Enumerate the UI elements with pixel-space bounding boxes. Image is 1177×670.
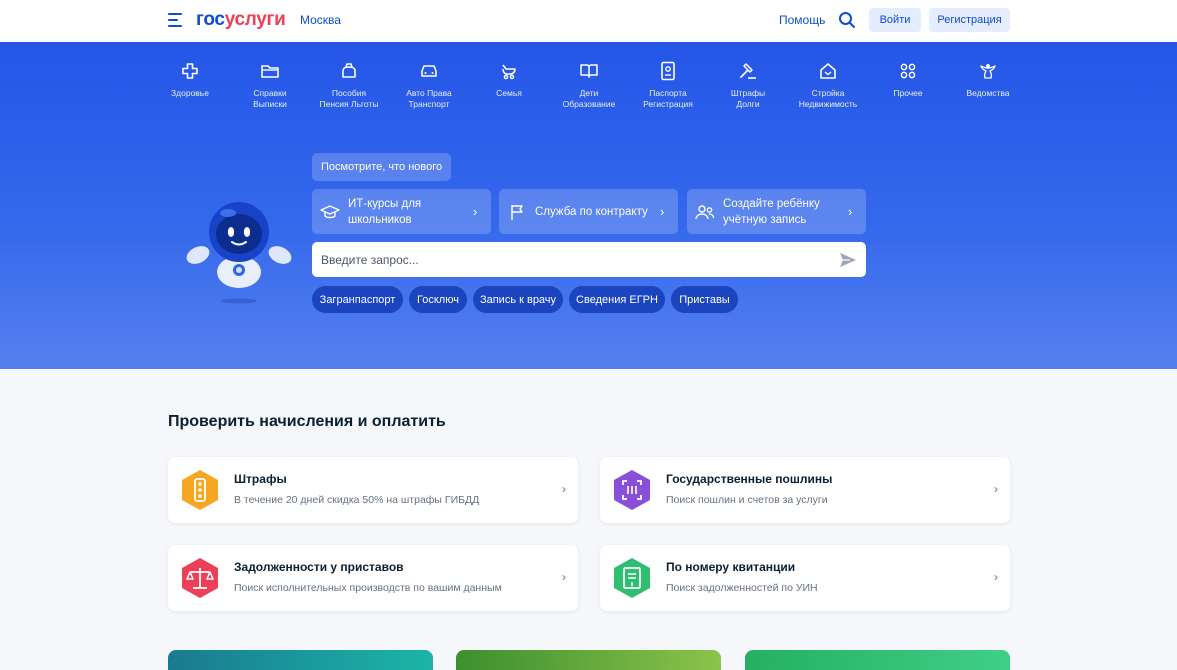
category-label: Авто Права [406,88,452,98]
chip-bailiffs[interactable]: Приставы [671,286,738,313]
passport-icon [661,61,675,81]
category-fines[interactable]: Штрафы Долги [708,60,788,110]
logo-part2: услуги [224,9,286,30]
help-link[interactable]: Помощь [779,13,825,27]
category-label: Ведомства [966,88,1010,98]
card-title: По номеру квитанции [666,560,796,574]
emblem-icon [980,64,996,79]
category-label: Семья [496,88,522,98]
top-header: госуслуги Москва Помощь Войти Регистраци… [0,0,1177,42]
category-certificates[interactable]: Справки Выписки [230,60,310,110]
bag-icon [342,63,356,78]
card-title: Штрафы [234,472,287,486]
promo-line2: учётную запись [723,213,807,226]
stroller-icon [502,64,516,80]
category-label: Прочее [893,88,923,98]
category-label: Стройка [811,88,845,98]
traffic-light-icon [182,470,218,510]
register-button[interactable]: Регистрация [929,8,1010,32]
promo-contract-service[interactable]: Служба по контракту › [499,189,678,234]
promo-line1: ИТ-курсы для [348,197,422,210]
card-bailiff-debts[interactable]: Задолженности у приставов Поиск исполнит… [168,545,578,611]
login-button[interactable]: Войти [869,8,921,32]
flag-icon [511,204,523,220]
chevron-right-icon: › [848,204,853,219]
promo-line1: Создайте ребёнку [723,197,820,210]
robot-mascot [186,202,292,304]
chip-doctor-appointment[interactable]: Запись к врачу [473,286,563,313]
category-sublabel: Образование [562,99,616,109]
book-icon [580,64,598,78]
promo-child-account[interactable]: Создайте ребёнку учётную запись › [687,189,866,234]
card-state-duties[interactable]: Государственные пошлины Поиск пошлин и с… [600,457,1010,523]
category-sublabel: Недвижимость [798,99,858,109]
category-label: Штрафы [730,88,766,98]
search-box [312,242,866,277]
users-icon [695,204,715,219]
category-other[interactable]: Прочее [868,60,948,99]
chevron-right-icon: › [473,204,478,219]
card-subtitle: Поиск исполнительных производств по ваши… [234,582,502,594]
gavel-icon [740,63,756,79]
card-title: Государственные пошлины [666,472,833,486]
chevron-right-icon: › [994,570,998,584]
card-receipt-number[interactable]: По номеру квитанции Поиск задолженностей… [600,545,1010,611]
whats-new-button[interactable]: Посмотрите, что нового [312,153,452,181]
chip-goskluch[interactable]: Госключ [409,286,467,313]
graduation-cap-icon [320,204,340,218]
card-fines[interactable]: Штрафы В течение 20 дней скидка 50% на ш… [168,457,578,523]
folder-icon [261,65,279,78]
category-label: Пособия [331,88,367,98]
car-icon [421,65,437,77]
logo-part1: гос [196,9,225,30]
promo-line1: Служба по контракту [535,205,648,218]
search-icon[interactable] [838,11,856,29]
hero-banner: Здоровье Справки Выписки Пособия Пенсия … [0,42,1177,369]
category-benefits[interactable]: Пособия Пенсия Льготы [309,60,389,110]
category-agencies[interactable]: Ведомства [948,60,1028,99]
category-sublabel: Пенсия Льготы [319,99,379,109]
logo[interactable]: госуслуги [196,9,286,31]
receipt-icon [614,558,650,598]
category-construction[interactable]: Стройка Недвижимость [788,60,868,110]
card-subtitle: Поиск задолженностей по УИН [666,582,818,594]
card-title: Задолженности у приставов [234,560,404,574]
category-sublabel: Долги [736,99,760,109]
bottom-banner-1[interactable] [168,650,433,670]
category-passports[interactable]: Паспорта Регистрация [628,60,708,110]
cross-icon [182,63,198,79]
scan-icon [614,470,650,510]
chip-egrn[interactable]: Сведения ЕГРН [569,286,665,313]
category-sublabel: Транспорт [408,99,450,109]
chevron-right-icon: › [562,570,566,584]
send-icon[interactable] [838,250,858,270]
city-selector[interactable]: Москва [300,13,341,27]
chip-zagranpasport[interactable]: Загранпаспорт [312,286,403,313]
bottom-banner-3[interactable] [745,650,1010,670]
scales-icon [182,558,218,598]
promo-line2: школьников [348,213,412,226]
chevron-right-icon: › [994,482,998,496]
search-input[interactable] [321,252,821,267]
category-auto[interactable]: Авто Права Транспорт [389,60,469,110]
category-children[interactable]: Дети Образование [549,60,629,110]
category-sublabel: Выписки [253,99,287,109]
grid-icon [900,63,916,79]
section-title: Проверить начисления и оплатить [168,413,446,430]
category-sublabel: Регистрация [643,99,693,109]
category-family[interactable]: Семья [469,60,549,99]
category-label: Здоровье [171,88,209,98]
card-subtitle: Поиск пошлин и счетов за услуги [666,494,828,506]
category-label: Паспорта [649,88,687,98]
category-health[interactable]: Здоровье [150,60,230,99]
card-subtitle: В течение 20 дней скидка 50% на штрафы Г… [234,494,480,506]
menu-icon[interactable] [168,13,182,27]
category-label: Дети [579,88,599,98]
promo-it-courses[interactable]: ИТ-курсы для школьников › [312,189,491,234]
bottom-banner-2[interactable] [456,650,721,670]
house-icon [820,63,836,79]
category-label: Справки [253,88,287,98]
chevron-right-icon: › [562,482,566,496]
chevron-right-icon: › [660,204,665,219]
